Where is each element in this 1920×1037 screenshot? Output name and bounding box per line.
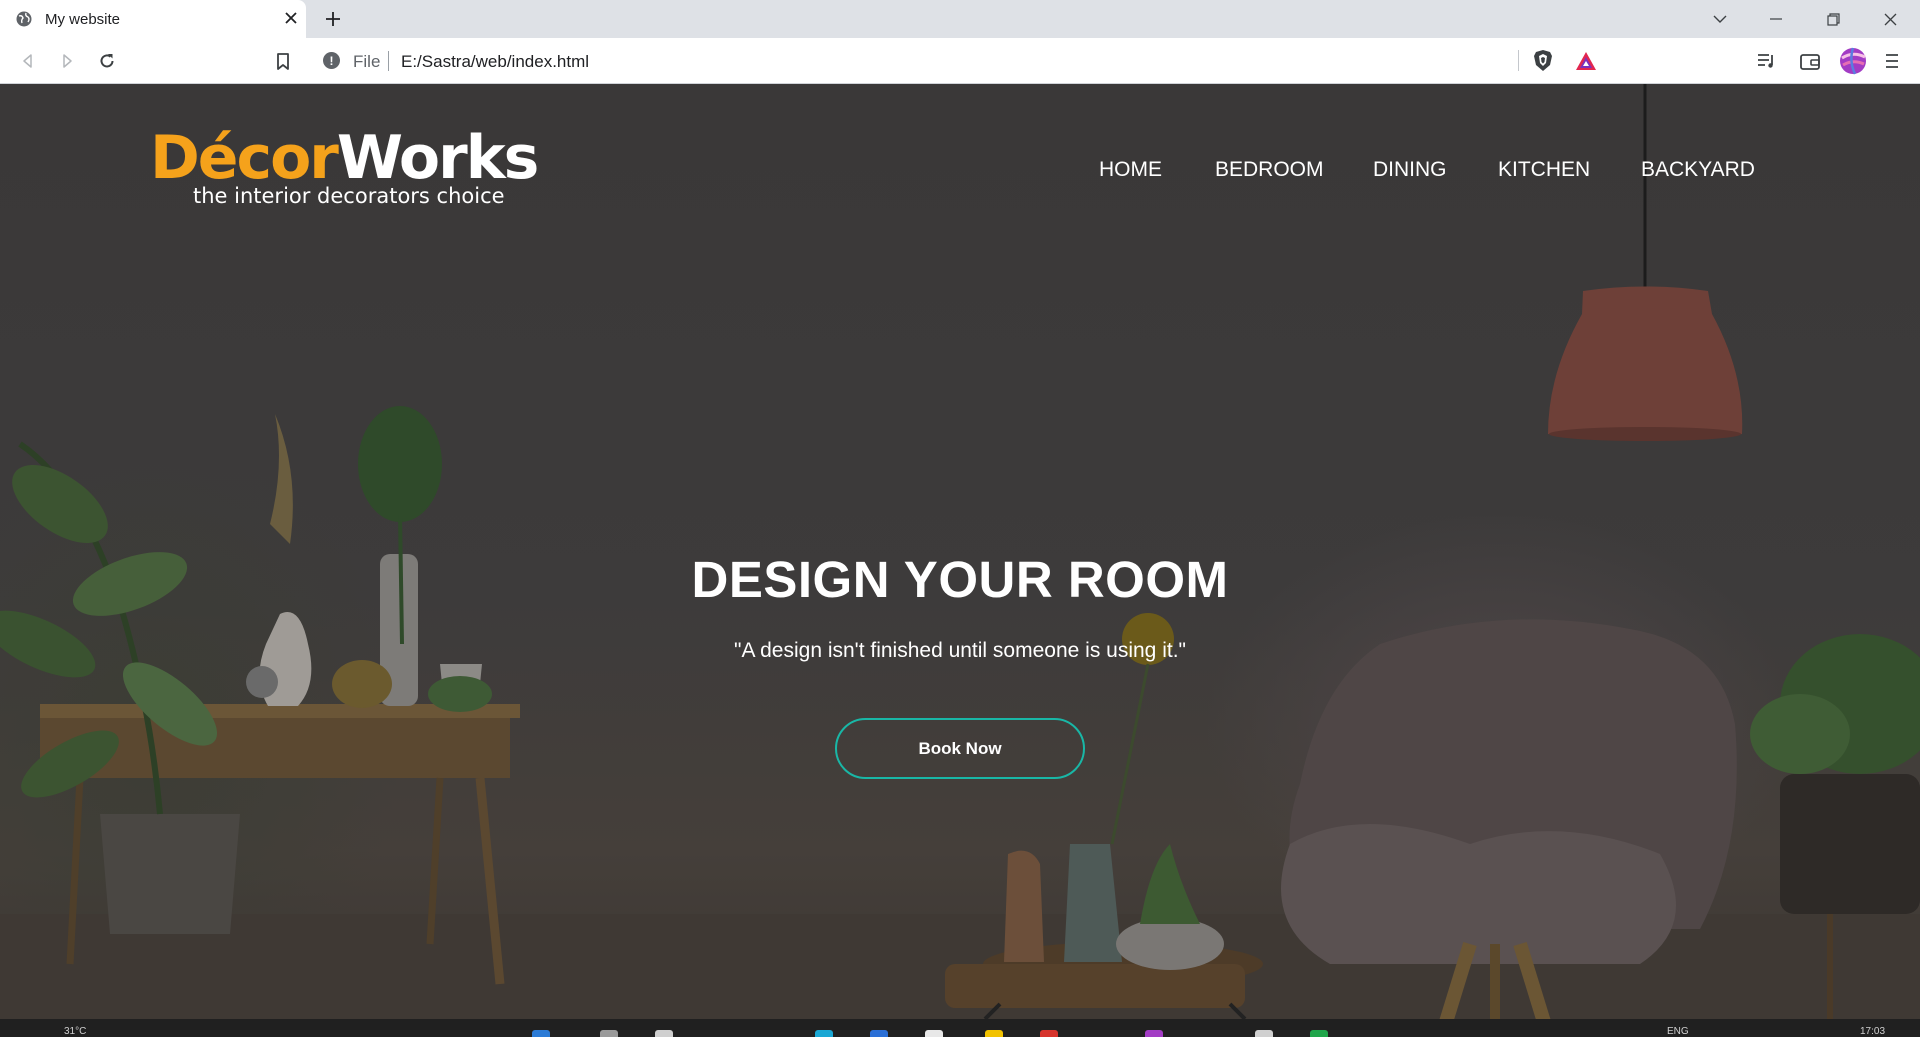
nav-bedroom[interactable]: BEDROOM: [1215, 158, 1324, 182]
plus-icon[interactable]: [320, 6, 346, 32]
book-now-button[interactable]: Book Now: [835, 718, 1085, 779]
info-icon[interactable]: !: [323, 52, 340, 69]
divider: [388, 51, 389, 71]
brave-rewards-icon[interactable]: [1574, 49, 1598, 73]
app-icon[interactable]: [1255, 1030, 1273, 1037]
nav-backyard[interactable]: BACKYARD: [1641, 158, 1755, 182]
divider: [1518, 50, 1519, 71]
brave-shield-icon[interactable]: [1531, 49, 1555, 73]
chevron-down-icon[interactable]: [1692, 0, 1748, 38]
forward-arrow-icon[interactable]: [55, 49, 79, 73]
hero-quote: "A design isn't finished until someone i…: [733, 639, 1186, 662]
address-bar[interactable]: ! File E:/Sastra/web/index.html: [312, 43, 1608, 78]
chrome-icon[interactable]: [925, 1030, 943, 1037]
close-icon[interactable]: [282, 9, 300, 27]
edge-icon[interactable]: [815, 1030, 833, 1037]
globe-icon: [16, 11, 32, 27]
browser-tab[interactable]: My website: [0, 0, 306, 38]
nav-kitchen[interactable]: KITCHEN: [1498, 158, 1590, 182]
tab-title: My website: [45, 11, 121, 28]
app-icon[interactable]: [985, 1030, 1003, 1037]
browser-toolbar: ! File E:/Sastra/web/index.html: [0, 38, 1920, 84]
minimize-icon[interactable]: [1748, 0, 1804, 38]
scheme-label: File: [353, 52, 381, 71]
tab-strip: My website: [0, 0, 1920, 38]
hero-section: DécorWorks the interior decorators choic…: [0, 84, 1920, 1019]
language-indicator[interactable]: ENG: [1667, 1026, 1689, 1037]
clock-time[interactable]: 17:03: [1860, 1026, 1885, 1037]
bookmark-icon[interactable]: [271, 49, 295, 73]
start-icon[interactable]: [532, 1030, 550, 1037]
url-text[interactable]: E:/Sastra/web/index.html: [401, 52, 589, 72]
weather-text: 31°C: [64, 1026, 87, 1037]
close-icon[interactable]: [1862, 0, 1918, 38]
app-icon[interactable]: [1040, 1030, 1058, 1037]
back-arrow-icon[interactable]: [16, 49, 40, 73]
nav-dining[interactable]: DINING: [1373, 158, 1447, 182]
brave-browser-icon[interactable]: [1145, 1030, 1163, 1037]
mail-icon[interactable]: [870, 1030, 888, 1037]
reload-icon[interactable]: [95, 49, 119, 73]
playlist-icon[interactable]: [1755, 49, 1779, 73]
wallet-icon[interactable]: [1798, 49, 1822, 73]
restore-icon[interactable]: [1805, 0, 1861, 38]
search-icon[interactable]: [600, 1030, 618, 1037]
os-taskbar: 31°C ENG 17:03: [0, 1019, 1920, 1037]
menu-icon[interactable]: [1880, 49, 1904, 73]
app-icon[interactable]: [1310, 1030, 1328, 1037]
hero-title: DESIGN YOUR ROOM: [691, 551, 1229, 608]
nav-home[interactable]: HOME: [1099, 158, 1162, 182]
task-view-icon[interactable]: [655, 1030, 673, 1037]
profile-avatar[interactable]: [1839, 47, 1867, 75]
main-nav: HOME BEDROOM DINING KITCHEN BACKYARD: [0, 158, 1920, 188]
